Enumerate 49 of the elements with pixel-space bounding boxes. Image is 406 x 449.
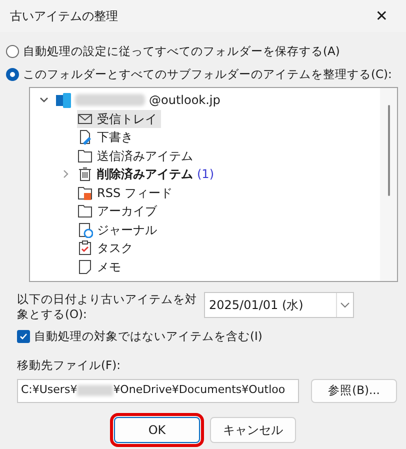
- checkbox-label: 自動処理の対象ではないアイテムを含む(I): [34, 328, 262, 345]
- scrollbar[interactable]: [380, 88, 397, 281]
- folder-label: 下書き: [97, 129, 133, 146]
- note-page-icon: [77, 258, 93, 275]
- folder-label: ジャーナル: [97, 222, 157, 239]
- tree-item[interactable]: ジャーナル: [77, 220, 161, 239]
- radio-button[interactable]: [6, 68, 19, 81]
- field-label: 移動先ファイル(F):: [16, 357, 122, 374]
- dropdown-chevron-icon[interactable]: [340, 302, 350, 308]
- clipboard-check-icon: [77, 240, 93, 256]
- draft-page-icon: [77, 129, 93, 146]
- tree-item[interactable]: 送信済みアイテム: [77, 146, 197, 165]
- folder-label: メモ: [97, 258, 121, 276]
- folder-icon: [77, 148, 93, 164]
- tree-item[interactable]: RSS フィード: [77, 184, 176, 202]
- scrollbar-thumb[interactable]: [388, 105, 390, 196]
- tree-item[interactable]: 下書き: [77, 128, 137, 146]
- date-label: 以下の日付より古いアイテムを対象とする(O):: [17, 292, 198, 322]
- tree-item[interactable]: 削除済みアイテム (1): [77, 165, 218, 184]
- folder-label: アーカイブ: [97, 203, 157, 220]
- folder-label: @outlook.jp: [149, 92, 220, 110]
- path-field[interactable]: C:¥Users¥ ¥OneDrive¥Documents¥Outloo: [17, 378, 299, 402]
- tree-item[interactable]: アーカイブ: [77, 202, 161, 220]
- folder-label: RSS フィード: [97, 184, 172, 202]
- mail-app-icon: [55, 92, 71, 108]
- radio-button[interactable]: [6, 45, 19, 58]
- tree-item[interactable]: @outlook.jp: [55, 91, 224, 110]
- folder-label: 送信済みアイテム: [97, 148, 193, 165]
- trash-icon: [77, 166, 93, 182]
- radio-label: 自動処理の設定に従ってすべてのフォルダーを保存する(A): [23, 42, 340, 60]
- folder-label: 受信トレイ: [97, 110, 157, 128]
- radio-label: このフォルダーとすべてのサブフォルダーのアイテムを整理する(C):: [23, 66, 392, 83]
- collapsed-chevron-icon[interactable]: [61, 169, 71, 180]
- tree-item[interactable]: メモ: [77, 258, 125, 276]
- journal-clock-icon: [77, 222, 93, 238]
- folder-label: タスク: [97, 240, 133, 258]
- unread-count: (1): [197, 166, 214, 184]
- rss-folder-icon: [77, 184, 93, 201]
- window-title: 古いアイテムの整理: [10, 8, 118, 25]
- checkbox[interactable]: [17, 330, 30, 344]
- tree-item[interactable]: 受信トレイ: [77, 110, 161, 128]
- close-button[interactable]: ✕: [371, 8, 392, 24]
- folder-label: 削除済みアイテム: [97, 166, 193, 184]
- browse-button[interactable]: 参照(B)...: [311, 378, 397, 402]
- checkmark-icon: [19, 332, 28, 342]
- cancel-button[interactable]: キャンセル: [210, 416, 296, 442]
- date-picker[interactable]: 2025/01/01 (水): [204, 292, 354, 318]
- folder-icon: [77, 203, 93, 220]
- tree-item[interactable]: タスク: [77, 239, 137, 258]
